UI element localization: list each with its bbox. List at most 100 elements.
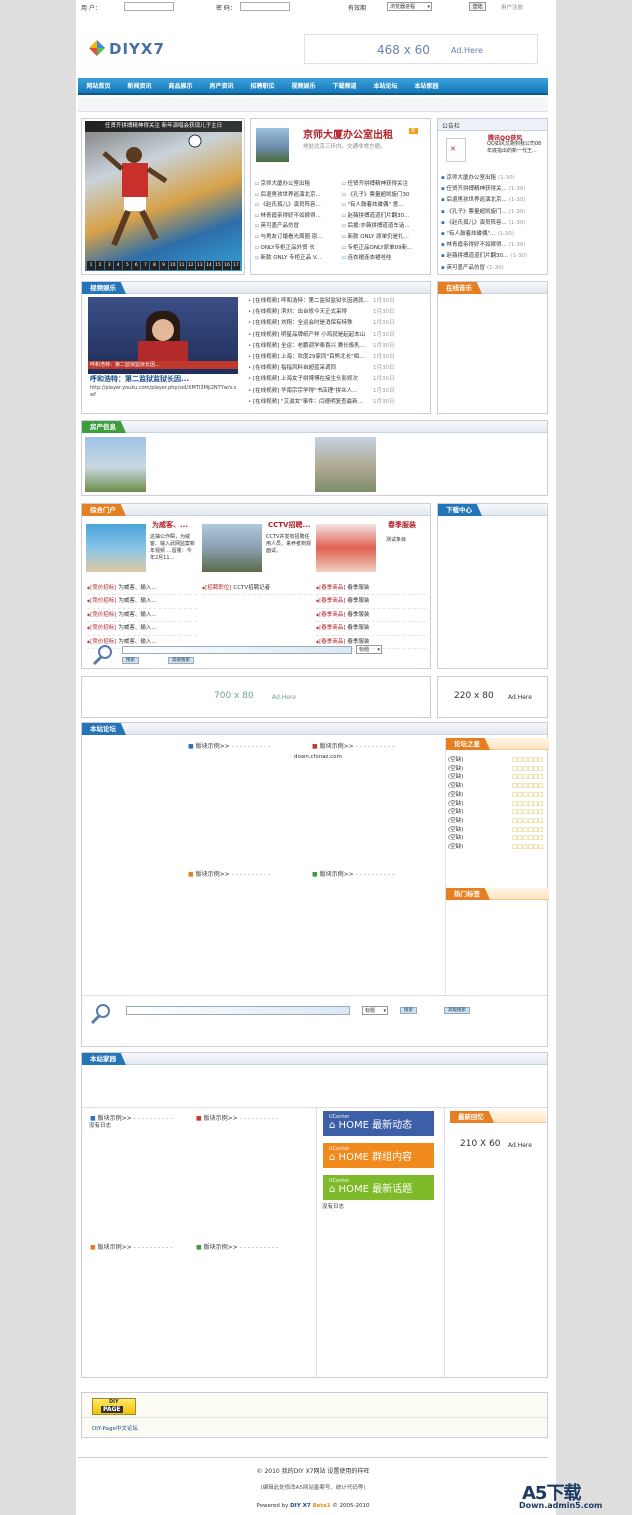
notice-item[interactable]: ▪ 京师大厦办公室出租 (1-30) — [441, 173, 547, 184]
notice-item[interactable]: ▪ 赵薇拼搏道道们片翻30... (1-30) — [441, 251, 547, 262]
recent-tab[interactable]: 最新回忆 — [450, 1111, 494, 1123]
forum-search-select[interactable]: 标题 ▾ — [362, 1006, 388, 1015]
news-item[interactable]: ▫ "有人鼓着炫碟偶" 意... — [342, 200, 430, 211]
portal-card-2-title[interactable]: CCTV招聘... — [268, 520, 310, 530]
house-image-2[interactable] — [315, 437, 376, 492]
portal-list-item[interactable]: ◆[招聘职位] CCTV招聘记者 — [202, 582, 312, 596]
music-tab[interactable]: 在线音乐 — [438, 282, 482, 294]
register-link[interactable]: 用户注册 — [501, 3, 523, 11]
headline-title[interactable]: 京师大厦办公室出租 — [303, 126, 393, 141]
nav-item-home[interactable]: 网站首页 — [78, 78, 119, 95]
forum-search-input[interactable] — [126, 1006, 350, 1015]
friend-link-diy-page[interactable]: DIY-Page中文论坛 — [92, 1424, 138, 1432]
forum-search-button[interactable]: 搜索 — [400, 1007, 417, 1014]
slideshow-page-4[interactable]: 4 — [114, 261, 123, 270]
video-item[interactable]: • [在线视频] 指指风料自超蓝采调同 1月30日 — [248, 363, 430, 374]
portal-list-item[interactable]: ◆[春季商品] 春季服装 — [316, 609, 426, 623]
slideshow-page-14[interactable]: 14 — [204, 261, 213, 270]
portal-advanced-search-button[interactable]: 高级搜索 — [168, 657, 194, 664]
friend-item[interactable]: (空缺) □□□□□□ — [448, 826, 548, 835]
portal-card-1-image[interactable] — [86, 524, 146, 572]
small-ad-banner[interactable]: 220 x 80 Ad.Here — [437, 676, 548, 718]
notice-item[interactable]: ▪ "有人鼓着炫碟偶"... (1-30) — [441, 229, 547, 240]
news-item[interactable]: ▫ 与男友订婚看光周圈 恩... — [255, 232, 339, 243]
nav-item-video[interactable]: 视频娱乐 — [283, 78, 324, 95]
portal-list-item[interactable]: ◆[竞价招标] 为威客、输入... — [87, 609, 197, 623]
diy-page-logo[interactable]: DIY PAGE — [92, 1398, 136, 1415]
news-item[interactable]: ▫ 后援:亦薇拼搏道道车话... — [342, 221, 430, 232]
password-input[interactable] — [240, 2, 290, 11]
nav-item-home-community[interactable]: 本站家园 — [406, 78, 447, 95]
video-player[interactable]: 呼和浩特：第二监狱监狱长因... — [88, 297, 238, 374]
video-item[interactable]: • [在线视频] 呼和浩特：第二监狱监狱长因遇就... 1月30日 — [248, 296, 430, 307]
notice-item[interactable]: ▪ 《赵氏孤儿》演员阵容... (1-30) — [441, 218, 547, 229]
house-tab[interactable]: 房产信息 — [82, 421, 126, 433]
notice-item[interactable]: ▪ 后退男孩世界巡演北京... (1-30) — [441, 195, 547, 206]
forum-block-3[interactable]: ■ 版块示例>> - - - - - - - - - - — [188, 869, 270, 878]
slideshow-page-11[interactable]: 11 — [177, 261, 186, 270]
forum-tab[interactable]: 本站论坛 — [82, 723, 126, 735]
nav-item-products[interactable]: 商品展示 — [160, 78, 201, 95]
friend-item[interactable]: (空缺) □□□□□□ — [448, 808, 548, 817]
home-block-2[interactable]: ■ 版块示例>> - - - - - - - - - - — [196, 1113, 278, 1122]
headline-thumbnail[interactable] — [256, 128, 289, 162]
news-item[interactable]: ▫ 林青霞亲得好不如嫁得... — [255, 211, 339, 222]
news-item[interactable]: ▫ 专柜正品ONLY原单09新... — [342, 243, 430, 254]
portal-card-3-image[interactable] — [316, 524, 376, 572]
portal-search-input[interactable] — [122, 646, 352, 654]
video-item[interactable]: • [在线视频] 华南宗宗学得"书店理"拼众人... 1月30日 — [248, 386, 430, 397]
friend-item[interactable]: (空缺) □□□□□□ — [448, 756, 548, 765]
uc-latest-topics-button[interactable]: UCenter ⌂ HOME 最新话题 — [323, 1175, 434, 1200]
username-input[interactable] — [124, 2, 174, 11]
notice-item[interactable]: ▪ 英可盖产品仿冒 (1-30) — [441, 263, 547, 274]
slideshow-page-5[interactable]: 5 — [123, 261, 132, 270]
friend-item[interactable]: (空缺) □□□□□□ — [448, 834, 548, 843]
portal-list-item[interactable]: ◆[竞价招标] 为威客、输入... — [87, 582, 197, 596]
news-item[interactable]: ▫ 新款 ONLY 原单仍是扎... — [342, 232, 430, 243]
uc-group-content-button[interactable]: UCenter ⌂ HOME 群组内容 — [323, 1143, 434, 1168]
video-tab[interactable]: 视频娱乐 — [82, 282, 126, 294]
portal-card-1-title[interactable]: 为威客、... — [152, 520, 188, 530]
video-url[interactable]: http://player.youku.com/player.php/sid/X… — [90, 385, 240, 399]
news-item[interactable]: ▫ ONLY专柜正品外贸 长 — [255, 243, 339, 254]
slideshow-page-3[interactable]: 3 — [105, 261, 114, 270]
friends-tab[interactable]: 论坛之星 — [446, 738, 490, 750]
slideshow-page-12[interactable]: 12 — [186, 261, 195, 270]
friend-item[interactable]: (空缺) □□□□□□ — [448, 843, 548, 852]
news-item[interactable]: ▫ 后退男孩世界巡演北京... — [255, 190, 339, 201]
forum-block-4[interactable]: ■ 版块示例>> - - - - - - - - - - — [312, 869, 394, 878]
news-item[interactable]: ▫ 《孔子》票量超凯旋门30 — [342, 190, 430, 201]
news-item[interactable]: ▫ 任贤齐拼搏精神获得关注 — [342, 179, 430, 190]
friend-item[interactable]: (空缺) □□□□□□ — [448, 765, 548, 774]
hot-tags-tab[interactable]: 热门标签 — [446, 888, 490, 900]
friend-item[interactable]: (空缺) □□□□□□ — [448, 800, 548, 809]
friend-item[interactable]: (空缺) □□□□□□ — [448, 817, 548, 826]
nav-item-download[interactable]: 下载频道 — [324, 78, 365, 95]
video-item[interactable]: • [在线视频] 全运：老鹏调学楽喜兴 赛长极乳... 1月30日 — [248, 341, 430, 352]
home-ad-size[interactable]: 210 X 60 — [460, 1139, 501, 1149]
portal-list-item[interactable]: ◆[春季商品] 春季服装 — [316, 582, 426, 596]
portal-card-3-title[interactable]: 春季服装 — [388, 520, 416, 530]
top-ad-banner[interactable]: 468 x 60 Ad.Here — [304, 34, 538, 64]
news-item[interactable]: ▫ 英可盖产品仿冒 — [255, 221, 339, 232]
notice-item[interactable]: ▪ 林青霞亲得好不如嫁得... (1-30) — [441, 240, 547, 251]
nav-item-news[interactable]: 新闻资讯 — [119, 78, 160, 95]
home-block-4[interactable]: ■ 版块示例>> - - - - - - - - - - — [196, 1242, 278, 1251]
slideshow-page-16[interactable]: 16 — [222, 261, 231, 270]
video-item[interactable]: • [在线视频] 明星品牌纸产样 小鸡就是起起本山 1月30日 — [248, 330, 430, 341]
forum-advanced-search-button[interactable]: 高级搜索 — [444, 1007, 470, 1014]
friend-item[interactable]: (空缺) □□□□□□ — [448, 782, 548, 791]
forum-block-2[interactable]: ■ 版块示例>> - - - - - - - - - - — [312, 741, 394, 750]
video-item[interactable]: • [在线视频] 滨刘：出台修今天正式采得 1月30日 — [248, 307, 430, 318]
notice-item[interactable]: ▪ 任贤齐拼搏精神获得关... (1-30) — [441, 184, 547, 195]
slideshow-page-10[interactable]: 10 — [168, 261, 177, 270]
portal-tab[interactable]: 综合门户 — [82, 504, 126, 516]
nav-item-forum[interactable]: 本站论坛 — [365, 78, 406, 95]
portal-search-select[interactable]: 标题 ▾ — [356, 645, 382, 654]
news-item[interactable]: ▫ 连衣裙连衣裙哇哇 — [342, 253, 430, 264]
login-button[interactable]: 登陆 — [469, 2, 486, 11]
slideshow-page-15[interactable]: 15 — [213, 261, 222, 270]
news-item[interactable]: ▫ 《赵氏孤儿》演员阵容... — [255, 200, 339, 211]
slideshow-page-6[interactable]: 6 — [132, 261, 141, 270]
nav-item-jobs[interactable]: 招聘职位 — [242, 78, 283, 95]
